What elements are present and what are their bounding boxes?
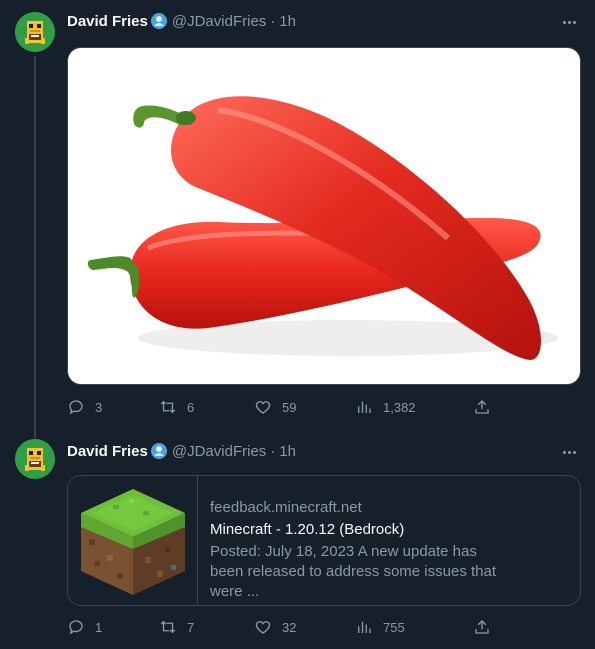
views-icon (358, 621, 371, 633)
tweet-header: David Fries @JDavidFries · 1h (67, 441, 296, 461)
tweet-actions: 3 6 59 1,382 (67, 398, 507, 418)
share-button[interactable] (473, 618, 491, 636)
tweet[interactable]: David Fries @JDavidFries · 1h (0, 432, 595, 649)
avatar-character-icon (15, 12, 55, 52)
like-count: 32 (282, 619, 297, 635)
card-description: Posted: July 18, 2023 A new update has b… (210, 543, 497, 600)
reply-icon (69, 620, 83, 635)
heart-icon (255, 401, 271, 414)
heart-icon (255, 621, 271, 634)
avatar[interactable] (15, 12, 55, 52)
reply-button[interactable]: 3 (67, 398, 102, 416)
retweet-count: 7 (187, 619, 195, 635)
link-card[interactable]: feedback.minecraft.net Minecraft - 1.20.… (67, 475, 581, 606)
share-button[interactable] (473, 398, 491, 416)
author-name[interactable]: David Fries (67, 443, 148, 460)
red-peppers-image (87, 96, 558, 361)
reply-button[interactable]: 1 (67, 618, 102, 636)
verified-badge-icon[interactable] (150, 442, 168, 460)
view-count: 1,382 (383, 399, 416, 415)
retweet-icon (160, 400, 176, 414)
more-icon[interactable] (559, 442, 579, 462)
timestamp[interactable]: 1h (279, 443, 296, 460)
tweet-header: David Fries @JDavidFries · 1h (67, 11, 296, 31)
avatar-character-icon (15, 439, 55, 479)
share-icon (475, 620, 489, 634)
retweet-count: 6 (187, 399, 195, 415)
views-button[interactable]: 1,382 (355, 398, 416, 416)
retweet-button[interactable]: 6 (159, 398, 194, 416)
more-icon[interactable] (559, 12, 579, 32)
reply-count: 3 (95, 399, 103, 415)
tweet-image[interactable] (67, 47, 581, 385)
separator-dot: · (270, 442, 276, 460)
share-icon (475, 400, 489, 414)
avatar[interactable] (15, 439, 55, 479)
retweet-icon (160, 620, 176, 634)
card-thumbnail (68, 476, 198, 605)
like-button[interactable]: 32 (254, 618, 296, 636)
verified-badge-icon[interactable] (150, 12, 168, 30)
tweet-actions: 1 7 32 755 (67, 618, 507, 638)
author-handle[interactable]: @JDavidFries (172, 443, 266, 460)
reply-count: 1 (95, 619, 103, 635)
tweet[interactable]: David Fries @JDavidFries · 1h (0, 0, 595, 438)
retweet-button[interactable]: 7 (159, 618, 194, 636)
view-count: 755 (383, 619, 405, 635)
views-button[interactable]: 755 (355, 618, 405, 636)
card-title: Minecraft - 1.20.12 (Bedrock) (210, 521, 405, 538)
card-domain: feedback.minecraft.net (210, 499, 362, 516)
grass-block-icon (80, 488, 185, 595)
views-icon (358, 401, 371, 413)
author-name[interactable]: David Fries (67, 13, 148, 30)
thread-line (34, 56, 36, 438)
author-handle[interactable]: @JDavidFries (172, 13, 266, 30)
reply-icon (69, 400, 83, 415)
like-button[interactable]: 59 (254, 398, 296, 416)
timestamp[interactable]: 1h (279, 13, 296, 30)
separator-dot: · (270, 12, 276, 30)
card-body: feedback.minecraft.net Minecraft - 1.20.… (198, 476, 522, 605)
like-count: 59 (282, 399, 297, 415)
